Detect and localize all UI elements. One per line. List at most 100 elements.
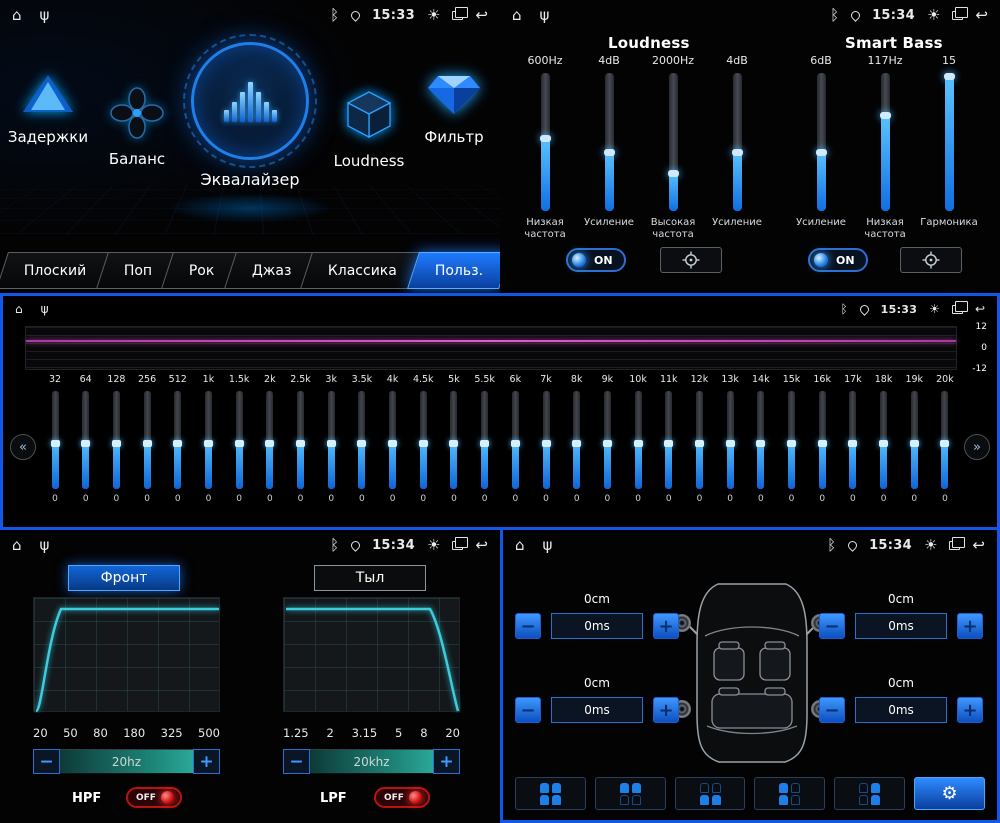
band-slider-track[interactable] [144, 391, 151, 489]
band-slider-fill[interactable] [420, 440, 427, 489]
slider-fill[interactable] [733, 149, 742, 211]
menu-item-equalizer[interactable]: Эквалайзер [176, 42, 324, 189]
band-slider-fill[interactable] [144, 440, 151, 489]
custom-position-settings-button[interactable]: ⚙ [914, 777, 985, 810]
position-passenger-button[interactable] [834, 777, 905, 810]
band-slider-fill[interactable] [941, 440, 948, 489]
band-slider-fill[interactable] [696, 440, 703, 489]
band-slider-fill[interactable] [543, 440, 550, 489]
band-slider-fill[interactable] [911, 440, 918, 489]
band-slider-track[interactable] [757, 391, 764, 489]
slider-track[interactable] [605, 73, 614, 211]
minus-button[interactable]: − [33, 749, 60, 774]
band-slider-fill[interactable] [174, 440, 181, 489]
band-slider-track[interactable] [788, 391, 795, 489]
plus-button[interactable]: + [653, 613, 679, 639]
band-slider-track[interactable] [941, 391, 948, 489]
menu-item-delays[interactable]: Задержки [6, 72, 90, 146]
smart-bass-reset-button[interactable] [900, 247, 962, 273]
brightness-icon[interactable]: ☀ [427, 8, 440, 23]
band-slider-fill[interactable] [727, 440, 734, 489]
home-icon[interactable]: ⌂ [15, 303, 23, 315]
band-slider-track[interactable] [849, 391, 856, 489]
slider-track[interactable] [817, 73, 826, 211]
band-slider-fill[interactable] [297, 440, 304, 489]
channel-tab[interactable]: Фронт [68, 565, 180, 591]
slider-track[interactable] [669, 73, 678, 211]
position-rear-seats-button[interactable] [675, 777, 746, 810]
slider-track[interactable] [881, 73, 890, 211]
position-all-seats-button[interactable] [515, 777, 586, 810]
band-slider-track[interactable] [358, 391, 365, 489]
menu-item-filter[interactable]: Фильтр [412, 68, 496, 146]
band-slider-track[interactable] [911, 391, 918, 489]
band-slider-track[interactable] [389, 391, 396, 489]
band-slider-track[interactable] [635, 391, 642, 489]
band-slider-track[interactable] [236, 391, 243, 489]
slider-fill[interactable] [817, 149, 826, 211]
band-slider-track[interactable] [82, 391, 89, 489]
band-slider-track[interactable] [604, 391, 611, 489]
recent-apps-icon[interactable] [952, 305, 963, 314]
slider-track[interactable] [945, 73, 954, 211]
band-slider-fill[interactable] [358, 440, 365, 489]
brightness-icon[interactable]: ☀ [929, 303, 940, 315]
minus-button[interactable]: − [515, 697, 541, 723]
slider-fill[interactable] [605, 149, 614, 211]
minus-button[interactable]: − [819, 613, 845, 639]
recent-apps-icon[interactable] [452, 11, 463, 20]
loudness-reset-button[interactable] [660, 247, 722, 273]
band-slider-fill[interactable] [266, 440, 273, 489]
menu-item-balance[interactable]: Баланс [94, 86, 180, 168]
band-slider-track[interactable] [420, 391, 427, 489]
lpf-frequency-value[interactable]: 20khz [310, 749, 433, 774]
home-icon[interactable]: ⌂ [12, 8, 22, 23]
plus-button[interactable]: + [193, 749, 220, 774]
band-slider-track[interactable] [665, 391, 672, 489]
band-slider-track[interactable] [328, 391, 335, 489]
band-slider-track[interactable] [297, 391, 304, 489]
slider-fill[interactable] [669, 170, 678, 211]
band-slider-track[interactable] [512, 391, 519, 489]
band-slider-fill[interactable] [450, 440, 457, 489]
page-right-button[interactable]: » [964, 434, 990, 460]
band-slider-track[interactable] [450, 391, 457, 489]
band-slider-fill[interactable] [512, 440, 519, 489]
band-slider-track[interactable] [205, 391, 212, 489]
back-icon[interactable]: ↩ [975, 303, 985, 315]
band-slider-fill[interactable] [665, 440, 672, 489]
band-slider-fill[interactable] [82, 440, 89, 489]
band-slider-fill[interactable] [205, 440, 212, 489]
band-slider-track[interactable] [113, 391, 120, 489]
band-slider-fill[interactable] [52, 440, 59, 489]
band-slider-fill[interactable] [819, 440, 826, 489]
back-icon[interactable]: ↩ [475, 8, 488, 23]
position-driver-button[interactable] [754, 777, 825, 810]
band-slider-fill[interactable] [635, 440, 642, 489]
slider-track[interactable] [541, 73, 550, 211]
band-slider-track[interactable] [819, 391, 826, 489]
band-slider-fill[interactable] [328, 440, 335, 489]
band-slider-fill[interactable] [880, 440, 887, 489]
slider-fill[interactable] [881, 112, 890, 211]
loudness-on-toggle[interactable]: ON [566, 248, 626, 272]
band-slider-track[interactable] [696, 391, 703, 489]
plus-button[interactable]: + [957, 613, 983, 639]
hpf-frequency-value[interactable]: 20hz [60, 749, 193, 774]
band-slider-fill[interactable] [788, 440, 795, 489]
band-slider-track[interactable] [543, 391, 550, 489]
band-slider-fill[interactable] [389, 440, 396, 489]
minus-button[interactable]: − [819, 697, 845, 723]
slider-fill[interactable] [945, 73, 954, 211]
plus-button[interactable]: + [957, 697, 983, 723]
slider-track[interactable] [733, 73, 742, 211]
plus-button[interactable]: + [433, 749, 460, 774]
band-slider-track[interactable] [52, 391, 59, 489]
plus-button[interactable]: + [653, 697, 679, 723]
band-slider-fill[interactable] [573, 440, 580, 489]
hpf-off-toggle[interactable]: OFF [126, 787, 182, 808]
channel-tab[interactable]: Тыл [314, 565, 426, 591]
band-slider-track[interactable] [481, 391, 488, 489]
slider-fill[interactable] [541, 135, 550, 211]
band-slider-track[interactable] [174, 391, 181, 489]
